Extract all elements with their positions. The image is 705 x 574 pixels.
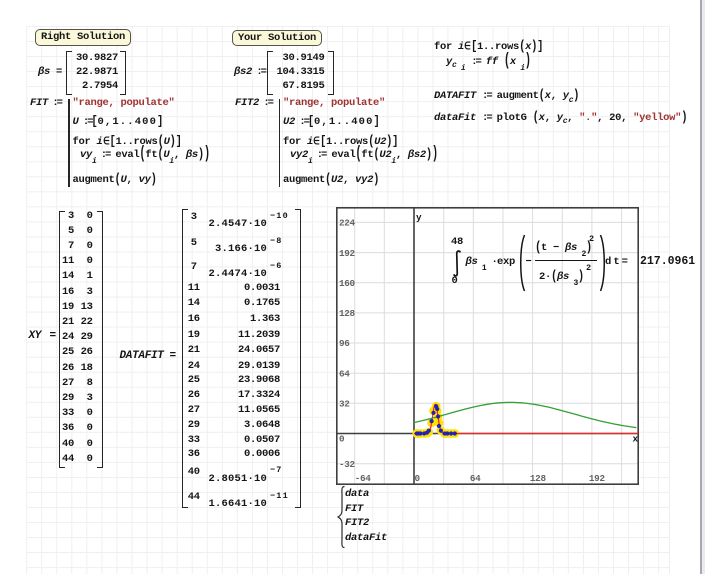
svg-text:-32: -32 xyxy=(339,458,356,469)
svg-text:32: 32 xyxy=(339,398,350,409)
svg-text:128: 128 xyxy=(529,473,546,484)
svg-text:192: 192 xyxy=(339,247,356,258)
svg-text:160: 160 xyxy=(339,277,356,288)
svg-text:0: 0 xyxy=(414,473,420,484)
svg-text:y: y xyxy=(416,212,422,223)
svg-text:64: 64 xyxy=(339,368,350,379)
svg-text:0: 0 xyxy=(339,433,345,444)
svg-text:64: 64 xyxy=(469,473,480,484)
svg-text:96: 96 xyxy=(339,338,350,349)
svg-text:224: 224 xyxy=(339,217,356,228)
svg-text:x: x xyxy=(632,433,638,444)
svg-text:-64: -64 xyxy=(354,473,371,484)
svg-text:128: 128 xyxy=(339,308,356,319)
svg-text:192: 192 xyxy=(588,473,605,484)
